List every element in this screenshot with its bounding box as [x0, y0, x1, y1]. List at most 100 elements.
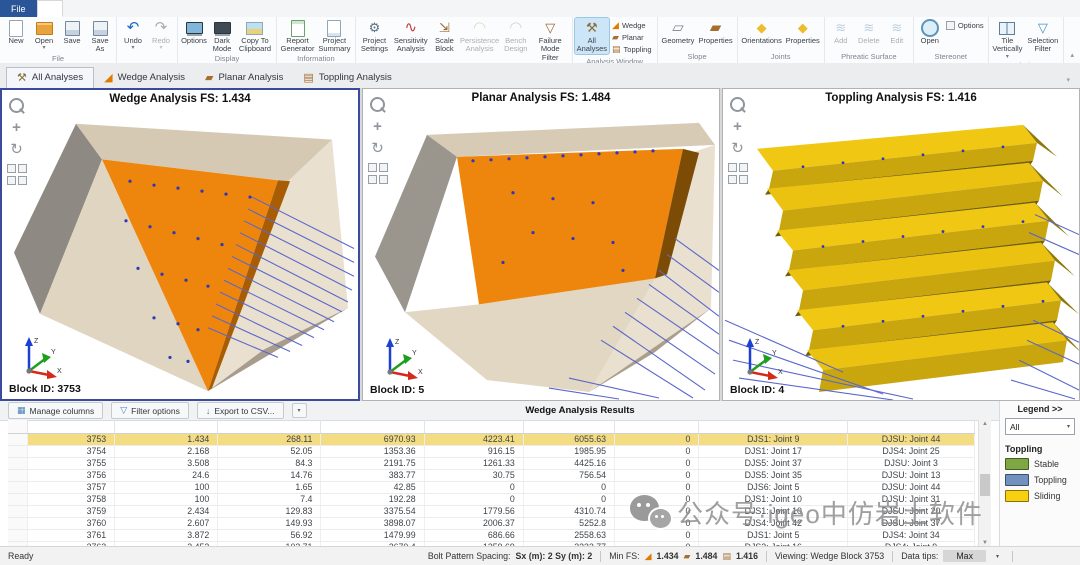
tab-file[interactable]: File [0, 0, 37, 17]
copy-to-clipboard-button[interactable]: Copy To Clipboard [236, 18, 274, 54]
toppling-window-button[interactable]: ▤ Toppling [610, 44, 653, 55]
zoom-icon[interactable] [730, 97, 745, 112]
wedge-view[interactable]: Wedge Analysis FS: 1.434 + ↻ Z Y X Block… [0, 88, 360, 401]
table-row[interactable]: 3756 24.6 14.76 383.77 30.75 756.54 0 DJ… [8, 470, 975, 482]
stereonet-open-button[interactable]: Open [916, 18, 944, 45]
zoom-icon[interactable] [370, 97, 385, 112]
zoom-in-icon[interactable] [368, 175, 377, 184]
filter-options-button[interactable]: ▽ Filter options [111, 402, 189, 419]
data-tips-dropdown[interactable]: ▾ [991, 553, 1004, 560]
new-button[interactable]: New [2, 18, 30, 45]
planar-window-button[interactable]: ▰ Planar [610, 32, 653, 43]
rotate-icon[interactable]: ↻ [371, 141, 384, 156]
column-header[interactable] [699, 420, 849, 433]
toppling-view[interactable]: Toppling Analysis FS: 1.416 + ↻ Z Y X Bl… [722, 88, 1080, 401]
dark-mode-button[interactable]: Dark Mode [208, 18, 236, 54]
column-header[interactable] [218, 420, 322, 433]
phreatic-add-button[interactable]: ≋ Add [827, 18, 855, 45]
legend-title[interactable]: Legend >> [1005, 404, 1075, 414]
project-summary-button[interactable]: Project Summary [316, 18, 353, 54]
ribbon-group-window: Tile Vertically ▽Selection Filter Window [989, 17, 1065, 63]
column-header[interactable] [321, 420, 425, 433]
planar-view[interactable]: Planar Analysis FS: 1.484 + ↻ Z Y X Bloc… [362, 88, 720, 401]
export-dropdown-button[interactable]: ▾ [291, 403, 307, 418]
table-row[interactable]: 3754 2.168 52.05 1353.36 916.15 1985.95 … [8, 446, 975, 458]
all-analyses-button[interactable]: ⚒ All Analyses [573, 17, 611, 55]
zoom-extents-icon[interactable] [728, 163, 737, 172]
rotate-icon[interactable]: ↻ [10, 142, 23, 157]
column-header[interactable] [524, 420, 615, 433]
zoom-in-icon[interactable] [728, 175, 737, 184]
sensitivity-analysis-button[interactable]: ∿ Sensitivity Analysis [391, 18, 430, 54]
table-scrollbar[interactable]: ▲ ▼ [978, 420, 991, 547]
persistence-analysis-button[interactable]: ◠ Persistence Analysis [458, 18, 500, 54]
zoom-window-icon[interactable] [379, 163, 388, 172]
scroll-up-icon[interactable]: ▲ [982, 421, 988, 427]
zoom-window-icon[interactable] [18, 164, 27, 173]
table-row[interactable]: 3761 3.872 56.92 1479.99 686.66 2558.63 … [8, 530, 975, 542]
selection-filter-button[interactable]: ▽ Selection Filter [1024, 18, 1061, 54]
tab-planar-analysis[interactable]: ▰ Planar Analysis [195, 68, 293, 88]
save-as-button[interactable]: Save As [86, 18, 114, 54]
scrollbar-thumb[interactable] [980, 474, 990, 496]
tab-toppling-analysis[interactable]: ▤ Toppling Analysis [293, 68, 401, 88]
rotate-icon[interactable]: ↻ [731, 141, 744, 156]
phreatic-edit-button[interactable]: ≋ Edit [883, 18, 911, 45]
redo-button[interactable]: ↷ Redo [147, 18, 175, 52]
zoom-out-icon[interactable] [739, 175, 748, 184]
pan-icon[interactable]: + [12, 120, 21, 135]
ribbon-tab[interactable] [36, 0, 63, 17]
cell-block-id: 3760 [28, 518, 116, 529]
data-tips-button[interactable]: Max [943, 550, 986, 562]
project-settings-button[interactable]: ⚙ Project Settings [358, 18, 391, 54]
table-row[interactable]: 3753 1.434 268.11 6970.93 4223.41 6055.6… [8, 434, 975, 446]
table-row[interactable]: 3760 2.607 149.93 3898.07 2006.37 5252.8… [8, 518, 975, 530]
joint-properties-button[interactable]: ◆ Properties [784, 18, 822, 45]
collapse-ribbon-button[interactable]: ▴ [1064, 17, 1080, 63]
stereonet-options-button[interactable]: Options [944, 21, 986, 30]
column-header[interactable] [115, 420, 219, 433]
zoom-out-icon[interactable] [379, 175, 388, 184]
ribbon-tab[interactable] [87, 0, 111, 17]
save-button[interactable]: Save [58, 18, 86, 45]
bench-design-button[interactable]: ◠ Bench Design [501, 18, 531, 54]
zoom-out-icon[interactable] [18, 176, 27, 185]
ribbon-tab[interactable] [135, 0, 159, 17]
column-header[interactable] [848, 420, 975, 433]
table-row[interactable]: 3758 100 7.4 192.28 0 0 0 DJS1: Joint 10… [8, 494, 975, 506]
pan-icon[interactable]: + [733, 119, 742, 134]
zoom-window-icon[interactable] [739, 163, 748, 172]
column-header[interactable] [425, 420, 524, 433]
legend-filter-select[interactable]: All ▾ [1005, 418, 1075, 435]
zoom-in-icon[interactable] [7, 176, 16, 185]
slope-properties-button[interactable]: ▰ Properties [696, 18, 734, 45]
ribbon-tab[interactable] [63, 0, 87, 17]
open-button[interactable]: Open [30, 18, 58, 52]
table-row[interactable]: 3755 3.508 84.3 2191.75 1261.33 4425.16 … [8, 458, 975, 470]
selection-funnel-icon: ▽ [1037, 19, 1048, 35]
slope-geometry-button[interactable]: ▱ Geometry [660, 18, 697, 45]
pan-icon[interactable]: + [373, 119, 382, 134]
table-row[interactable]: 3757 100 1.65 42.85 0 0 0 DJS6: Joint 5 … [8, 482, 975, 494]
failure-mode-filter-button[interactable]: ▽ Failure Mode Filter [531, 18, 570, 62]
tab-wedge-analysis[interactable]: ◢ Wedge Analysis [94, 68, 195, 88]
manage-columns-button[interactable]: ▦ Manage columns [8, 402, 104, 419]
phreatic-delete-button[interactable]: ≋ Delete [855, 18, 883, 45]
report-generator-button[interactable]: Report Generator [279, 18, 316, 54]
table-row[interactable]: 3759 2.434 129.83 3375.54 1779.56 4310.7… [8, 506, 975, 518]
zoom-icon[interactable] [9, 98, 24, 113]
window-list-icon[interactable]: ▾ [1056, 76, 1080, 88]
undo-button[interactable]: ↶ Undo [119, 18, 147, 52]
tab-all-analyses[interactable]: ⚒ All Analyses [6, 67, 95, 88]
zoom-extents-icon[interactable] [368, 163, 377, 172]
tile-vertically-button[interactable]: Tile Vertically [991, 18, 1024, 61]
options-button[interactable]: Options [180, 18, 208, 45]
column-header[interactable] [615, 420, 700, 433]
scale-block-button[interactable]: ⇲ Scale Block [430, 18, 458, 54]
column-header[interactable] [28, 420, 116, 433]
wedge-window-button[interactable]: ◢ Wedge [610, 20, 653, 31]
ribbon-tab[interactable] [111, 0, 135, 17]
zoom-extents-icon[interactable] [7, 164, 16, 173]
export-csv-button[interactable]: ↓ Export to CSV... [196, 402, 284, 419]
joint-orientations-button[interactable]: ◆ Orientations [740, 18, 784, 45]
